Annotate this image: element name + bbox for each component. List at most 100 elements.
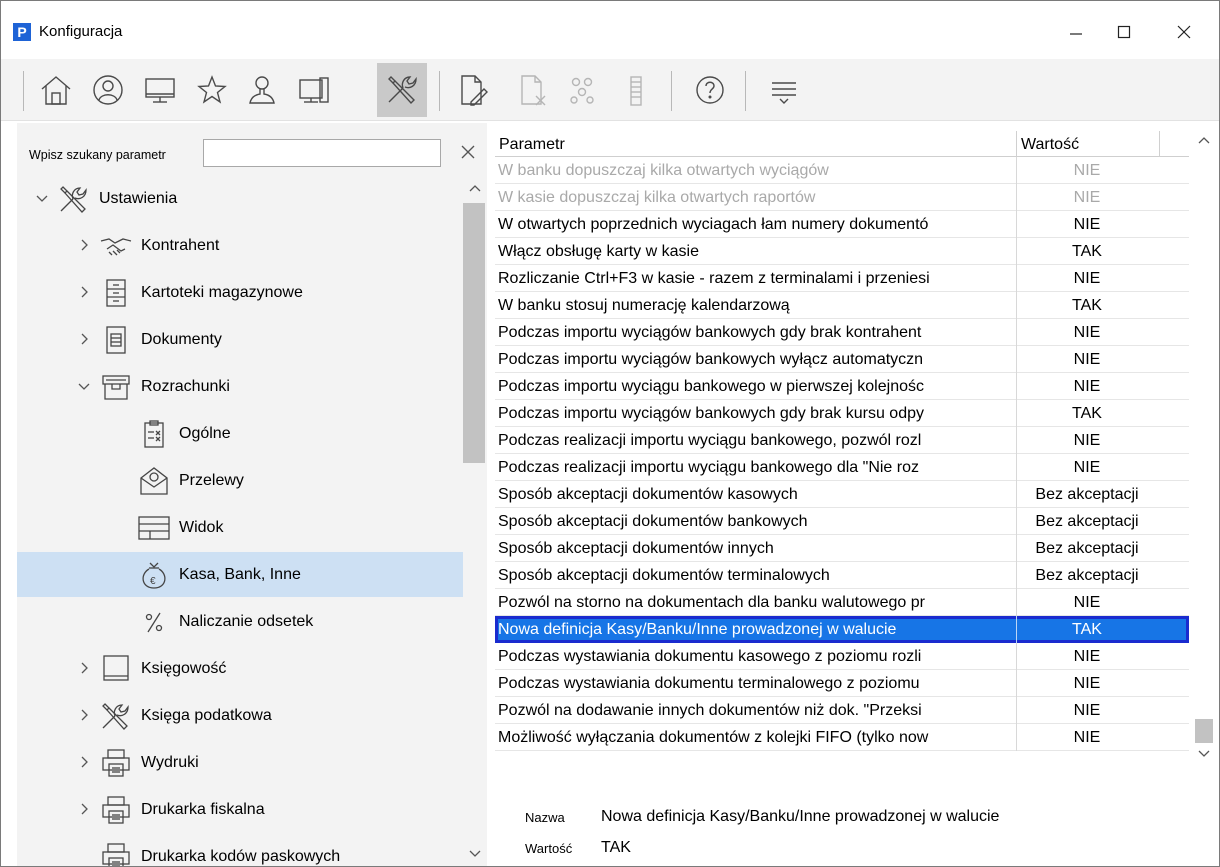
chevron-right-icon[interactable]	[77, 238, 91, 252]
column-header-param[interactable]: Parametr	[499, 136, 565, 154]
tree-item-naliczanie-odsetek[interactable]: Naliczanie odsetek	[17, 599, 463, 644]
chevron-right-icon[interactable]	[77, 708, 91, 722]
settings-tools-button[interactable]	[377, 63, 427, 117]
home-button[interactable]	[31, 63, 81, 117]
person-button[interactable]	[237, 63, 287, 117]
value-cell[interactable]: TAK	[1017, 242, 1157, 261]
search-clear-button[interactable]	[457, 141, 479, 163]
table-row[interactable]: W otwartych poprzednich wyciagach łam nu…	[495, 211, 1189, 238]
table-row[interactable]: Podczas wystawiania dokumentu kasowego z…	[495, 643, 1189, 670]
table-row[interactable]: Możliwość wyłączania dokumentów z kolejk…	[495, 724, 1189, 751]
table-row[interactable]: Pozwól na dodawanie innych dokumentów ni…	[495, 697, 1189, 724]
tree-item-wydruki[interactable]: Wydruki	[17, 740, 463, 785]
value-cell[interactable]: Bez akceptacji	[1017, 566, 1157, 585]
param-cell: Podczas importu wyciągów bankowych gdy b…	[498, 405, 924, 422]
table-row[interactable]: Sposób akceptacji dokumentów bankowych Be…	[495, 508, 1189, 535]
tree-item-drukarka-fiskalna[interactable]: Drukarka fiskalna	[17, 787, 463, 832]
table-row[interactable]: Włącz obsługę karty w kasie TAK	[495, 238, 1189, 265]
table-row[interactable]: Podczas importu wyciągów bankowych wyłąc…	[495, 346, 1189, 373]
value-cell[interactable]: Bez akceptacji	[1017, 512, 1157, 531]
column-header-value[interactable]: Wartość	[1021, 136, 1079, 154]
value-cell[interactable]: NIE	[1017, 215, 1157, 234]
help-button[interactable]	[685, 63, 735, 117]
table-row[interactable]: Podczas wystawiania dokumentu terminalow…	[495, 670, 1189, 697]
money-bag-icon: €	[137, 560, 171, 590]
tree-item-widok[interactable]: Widok	[17, 505, 463, 550]
tree-item-ogolne[interactable]: Ogólne	[17, 411, 463, 456]
tree-item-rozrachunki[interactable]: Rozrachunki	[17, 364, 463, 409]
search-input[interactable]	[203, 139, 441, 167]
chevron-right-icon[interactable]	[77, 332, 91, 346]
grid-scrollbar[interactable]	[1193, 131, 1215, 761]
value-cell[interactable]: TAK	[1017, 404, 1157, 423]
table-row[interactable]: Sposób akceptacji dokumentów kasowych Bez…	[495, 481, 1189, 508]
value-cell[interactable]: TAK	[1017, 620, 1157, 639]
value-cell[interactable]: NIE	[1017, 701, 1157, 720]
filter-button[interactable]	[759, 63, 809, 117]
column-divider[interactable]	[1016, 131, 1017, 157]
tree-scrollbar[interactable]	[463, 173, 487, 866]
table-row[interactable]: Rozliczanie Ctrl+F3 w kasie - razem z te…	[495, 265, 1189, 292]
tree-item-ustawienia[interactable]: Ustawienia	[17, 176, 463, 221]
table-row[interactable]: Pozwól na storno na dokumentach dla bank…	[495, 589, 1189, 616]
value-cell[interactable]: NIE	[1017, 161, 1157, 180]
chevron-right-icon[interactable]	[77, 285, 91, 299]
table-row[interactable]: Sposób akceptacji dokumentów terminalowy…	[495, 562, 1189, 589]
column-divider[interactable]	[1159, 131, 1160, 157]
value-cell[interactable]: NIE	[1017, 674, 1157, 693]
tree-item-kartoteki[interactable]: Kartoteki magazynowe	[17, 270, 463, 315]
list-button[interactable]	[611, 63, 661, 117]
value-cell[interactable]: NIE	[1017, 377, 1157, 396]
user-circle-button[interactable]	[83, 63, 133, 117]
tree-item-ksiegowosc[interactable]: Księgowość	[17, 646, 463, 691]
value-cell[interactable]: NIE	[1017, 350, 1157, 369]
scroll-up-button[interactable]	[467, 181, 483, 197]
scroll-down-button[interactable]	[467, 845, 483, 861]
value-cell[interactable]: NIE	[1017, 647, 1157, 666]
chevron-down-icon[interactable]	[35, 191, 49, 205]
scroll-thumb[interactable]	[1195, 719, 1213, 743]
tree-item-dokumenty[interactable]: Dokumenty	[17, 317, 463, 362]
value-cell[interactable]: NIE	[1017, 431, 1157, 450]
table-row[interactable]: Sposób akceptacji dokumentów innych Bez a…	[495, 535, 1189, 562]
table-row[interactable]: Nowa definicja Kasy/Banku/Inne prowadzon…	[495, 616, 1189, 643]
value-cell[interactable]: NIE	[1017, 323, 1157, 342]
chevron-down-icon[interactable]	[77, 379, 91, 393]
table-row[interactable]: Podczas importu wyciągów bankowych gdy b…	[495, 400, 1189, 427]
chevron-right-icon[interactable]	[77, 661, 91, 675]
group-button[interactable]	[557, 63, 607, 117]
value-cell[interactable]: TAK	[1017, 296, 1157, 315]
tree-item-ksiega-podatkowa[interactable]: Księga podatkowa	[17, 693, 463, 738]
tree-item-przelewy[interactable]: Przelewy	[17, 458, 463, 503]
workstation-button[interactable]	[289, 63, 339, 117]
value-cell[interactable]: Bez akceptacji	[1017, 485, 1157, 504]
tree-item-kasa-bank-inne[interactable]: € Kasa, Bank, Inne	[17, 552, 463, 597]
value-cell[interactable]: NIE	[1017, 188, 1157, 207]
minimize-button[interactable]	[1053, 15, 1099, 49]
table-row[interactable]: Podczas importu wyciągów bankowych gdy b…	[495, 319, 1189, 346]
table-row[interactable]: Podczas realizacji importu wyciągu banko…	[495, 427, 1189, 454]
scroll-down-button[interactable]	[1196, 745, 1212, 761]
maximize-button[interactable]	[1101, 15, 1147, 49]
value-cell[interactable]: NIE	[1017, 269, 1157, 288]
value-cell[interactable]: NIE	[1017, 458, 1157, 477]
table-row[interactable]: W banku dopuszczaj kilka otwartych wycią…	[495, 157, 1189, 184]
table-row[interactable]: W banku stosuj numerację kalendarzową TAK	[495, 292, 1189, 319]
tree-item-kontrahent[interactable]: Kontrahent	[17, 223, 463, 268]
table-row[interactable]: W kasie dopuszczaj kilka otwartych rapor…	[495, 184, 1189, 211]
value-cell[interactable]: NIE	[1017, 728, 1157, 747]
monitor-button[interactable]	[135, 63, 185, 117]
close-button[interactable]	[1161, 15, 1207, 49]
value-cell[interactable]: Bez akceptacji	[1017, 539, 1157, 558]
chevron-right-icon[interactable]	[77, 802, 91, 816]
scroll-thumb[interactable]	[463, 203, 485, 463]
tree-item-drukarka-kodow[interactable]: Drukarka kodów paskowych	[17, 834, 463, 866]
scroll-up-button[interactable]	[1196, 133, 1212, 149]
document-delete-button[interactable]	[507, 63, 557, 117]
document-edit-button[interactable]	[447, 63, 497, 117]
table-row[interactable]: Podczas realizacji importu wyciągu banko…	[495, 454, 1189, 481]
favorites-button[interactable]	[187, 63, 237, 117]
chevron-right-icon[interactable]	[77, 755, 91, 769]
value-cell[interactable]: NIE	[1017, 593, 1157, 612]
table-row[interactable]: Podczas importu wyciągu bankowego w pier…	[495, 373, 1189, 400]
